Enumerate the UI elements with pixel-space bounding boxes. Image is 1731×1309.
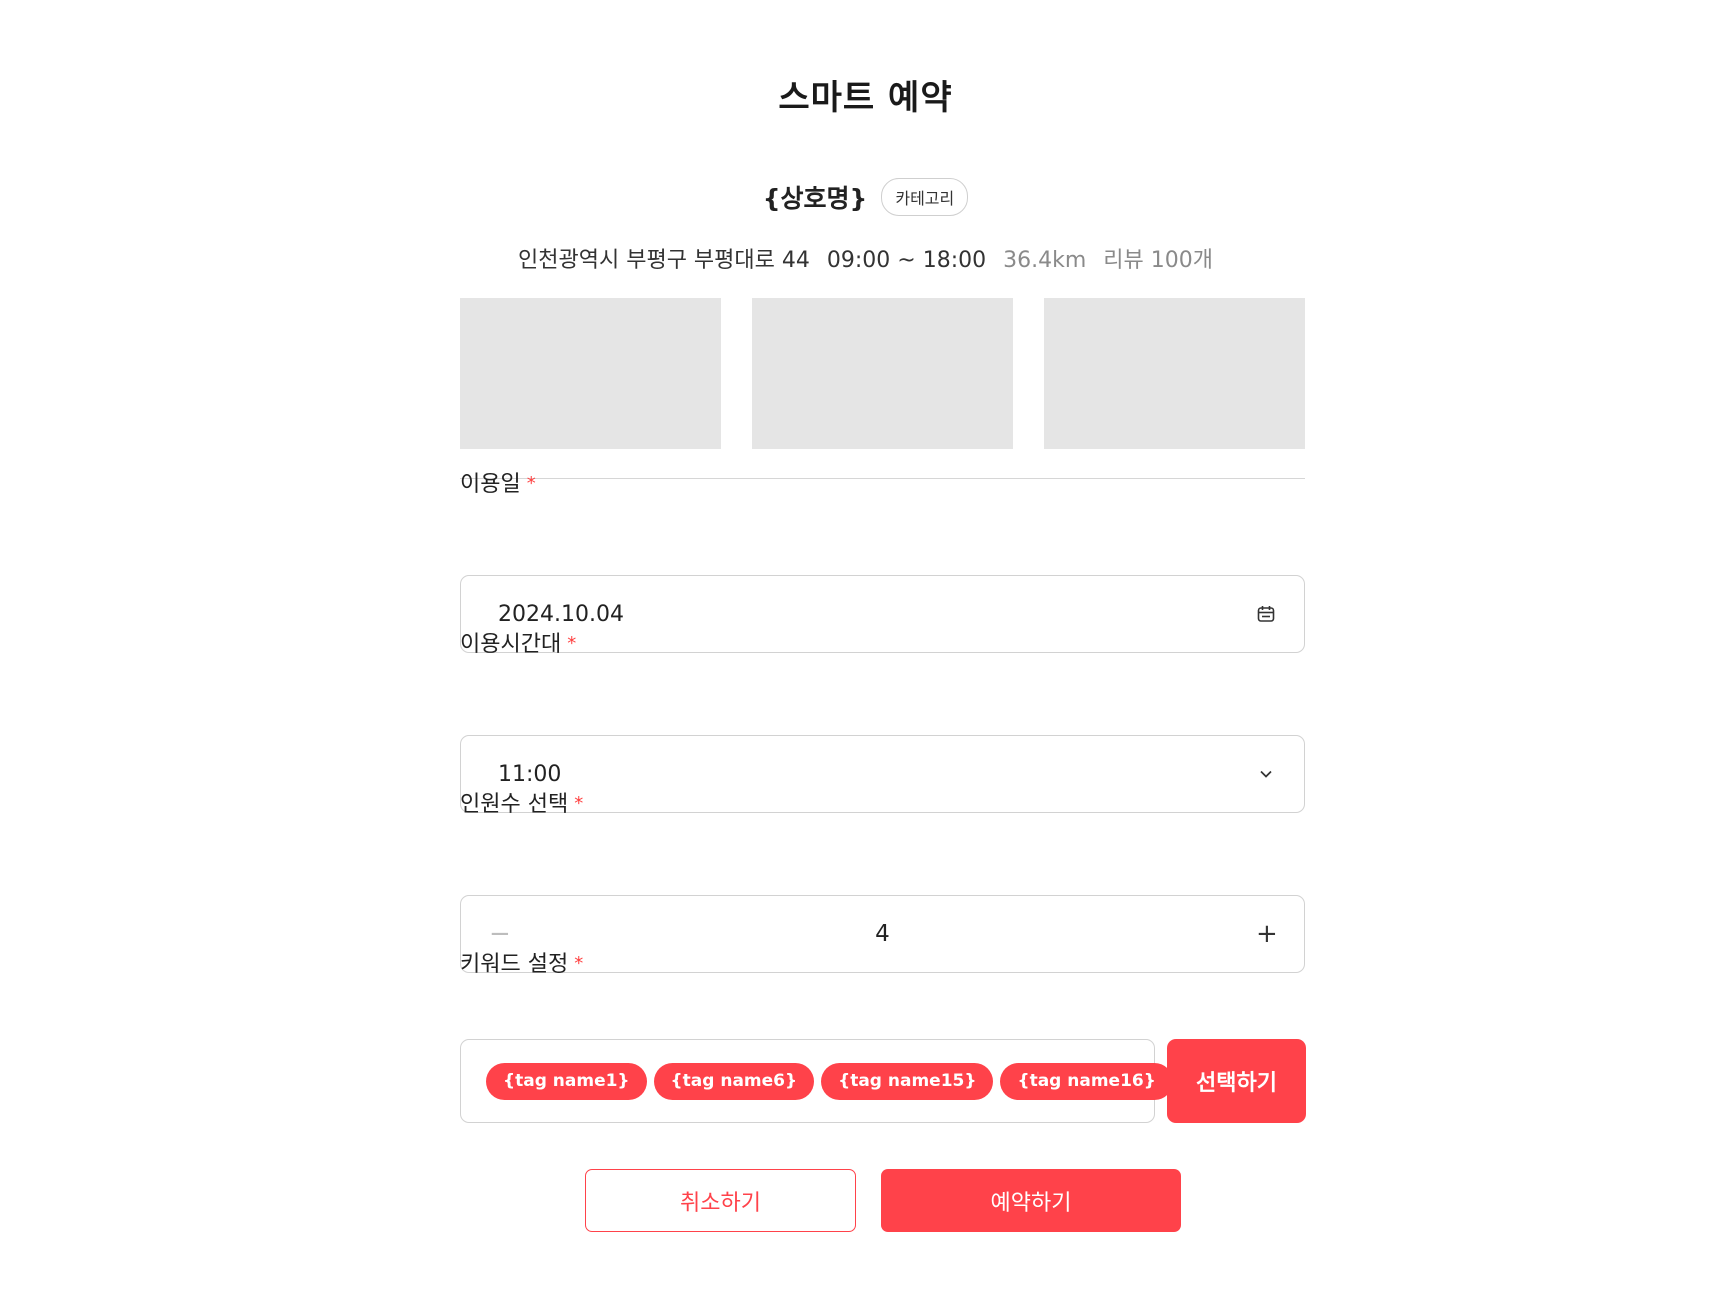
- keyword-tag[interactable]: {tag name1}: [486, 1062, 647, 1100]
- shop-photo[interactable]: [1044, 298, 1305, 449]
- date-label-text: 이용일: [460, 472, 521, 497]
- people-label-text: 인원수 선택: [460, 792, 569, 817]
- date-value: 2024.10.04: [498, 601, 624, 627]
- divider: [460, 478, 1305, 479]
- shop-info: 인천광역시 부평구 부평대로 44 09:00 ~ 18:00 36.4km 리…: [0, 242, 1731, 274]
- shop-address: 인천광역시 부평구 부평대로 44: [518, 248, 810, 273]
- shop-reviews[interactable]: 리뷰 100개: [1103, 248, 1213, 273]
- time-select[interactable]: 11:00: [460, 735, 1305, 813]
- shop-distance: 36.4km: [1003, 248, 1087, 273]
- people-label: 인원수 선택 *: [460, 786, 583, 818]
- time-label: 이용시간대 *: [460, 626, 576, 658]
- required-mark: *: [526, 473, 536, 494]
- decrement-button[interactable]: −: [489, 921, 511, 947]
- required-mark: *: [574, 793, 584, 814]
- date-label: 이용일 *: [460, 466, 536, 498]
- time-label-text: 이용시간대: [460, 632, 562, 657]
- shop-hours: 09:00 ~ 18:00: [826, 248, 987, 273]
- required-mark: *: [567, 633, 577, 654]
- reserve-button[interactable]: 예약하기: [881, 1169, 1181, 1232]
- shop-photos: [460, 298, 1305, 449]
- keyword-tag[interactable]: {tag name16}: [1000, 1062, 1173, 1100]
- increment-button[interactable]: +: [1256, 921, 1278, 947]
- keyword-label-text: 키워드 설정: [460, 952, 569, 977]
- shop-photo[interactable]: [752, 298, 1013, 449]
- keyword-tag[interactable]: {tag name15}: [821, 1062, 994, 1100]
- chevron-down-icon[interactable]: [1255, 763, 1277, 785]
- shop-photo[interactable]: [460, 298, 721, 449]
- quantity-stepper: − 4 +: [460, 895, 1305, 973]
- cancel-button[interactable]: 취소하기: [585, 1169, 856, 1232]
- required-mark: *: [574, 953, 584, 974]
- calendar-icon[interactable]: [1255, 603, 1277, 625]
- page-title: 스마트 예약: [778, 78, 953, 118]
- keyword-label: 키워드 설정 *: [460, 946, 583, 978]
- shop-header: {상호명} 카테고리: [0, 178, 1731, 216]
- time-value: 11:00: [498, 761, 562, 787]
- keyword-tag[interactable]: {tag name6}: [653, 1062, 815, 1100]
- select-keywords-button[interactable]: 선택하기: [1167, 1039, 1306, 1123]
- people-count: 4: [875, 921, 890, 947]
- keyword-tags: {tag name1} {tag name6} {tag name15} {ta…: [460, 1039, 1173, 1123]
- category-badge: 카테고리: [881, 178, 969, 216]
- date-field[interactable]: 2024.10.04: [460, 575, 1305, 653]
- shop-name: {상호명}: [762, 184, 868, 213]
